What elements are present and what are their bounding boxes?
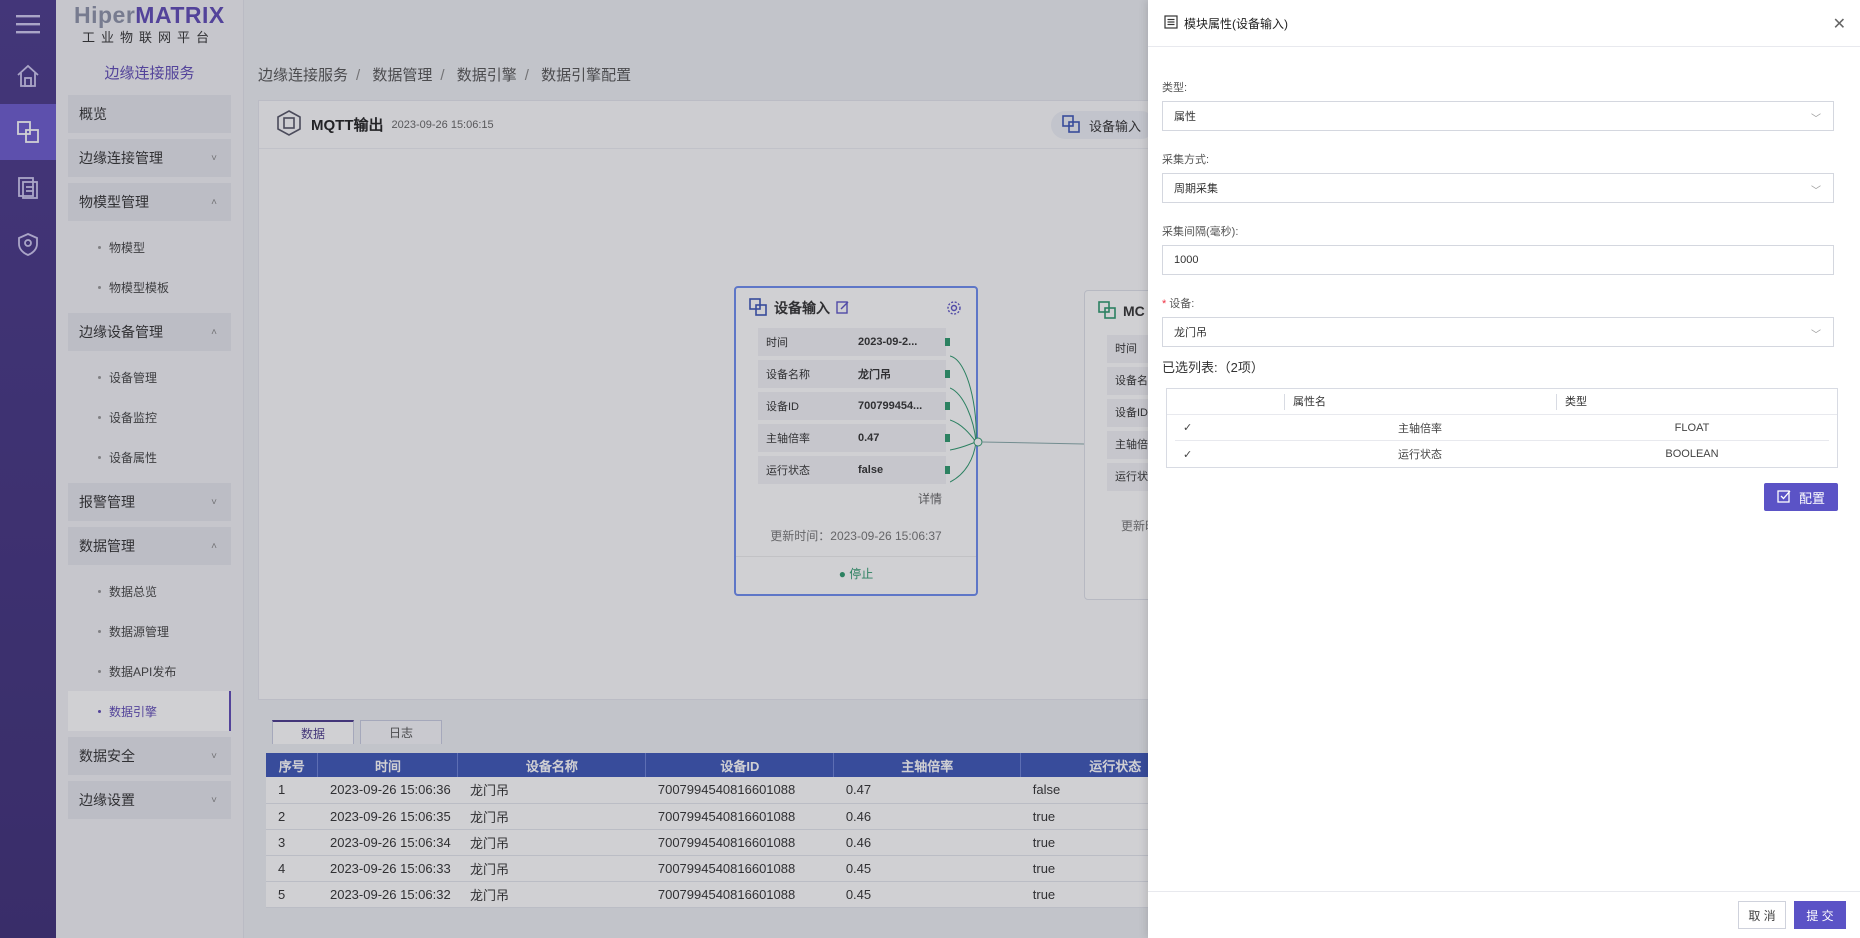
module-properties-drawer: 模块属性(设备输入) ✕ 类型: 属性 ﹀ 采集方式: 周期采集 ﹀ 采集间隔(毫秒… [1148, 0, 1860, 938]
device-field: * 设备: 龙门吊 ﹀ [1162, 295, 1860, 347]
list-item[interactable]: ✓ 运行状态 BOOLEAN [1175, 441, 1829, 467]
device-label: * 设备: [1162, 298, 1195, 310]
check-icon[interactable]: ✓ [1175, 421, 1285, 434]
configure-button[interactable]: 配置 [1764, 483, 1838, 511]
interval-field: 采集间隔(毫秒): 1000 [1162, 223, 1860, 275]
method-field: 采集方式: 周期采集 ﹀ [1162, 151, 1860, 203]
type-label: 类型: [1162, 82, 1188, 94]
submit-button[interactable]: 提 交 [1794, 901, 1846, 929]
checkbox-edit-icon [1777, 489, 1791, 506]
selected-table-header: 属性名 类型 [1167, 389, 1837, 415]
method-label: 采集方式: [1162, 154, 1210, 166]
chevron-down-icon: ﹀ [1811, 330, 1821, 341]
chevron-down-icon: ﹀ [1811, 114, 1821, 125]
close-icon[interactable]: ✕ [1833, 14, 1846, 34]
drawer-header: 模块属性(设备输入) ✕ [1148, 0, 1860, 47]
list-item[interactable]: ✓ 主轴倍率 FLOAT [1175, 415, 1829, 441]
module-icon [1164, 14, 1178, 32]
method-select[interactable]: 周期采集 ﹀ [1162, 173, 1834, 203]
device-select[interactable]: 龙门吊 ﹀ [1162, 317, 1834, 347]
column-header: 属性名 [1285, 393, 1557, 410]
interval-label: 采集间隔(毫秒): [1162, 226, 1239, 238]
required-marker: * [1162, 298, 1167, 310]
selected-attributes-table: 属性名 类型 ✓ 主轴倍率 FLOAT ✓ 运行状态 BOOLEAN [1166, 388, 1838, 468]
modal-overlay[interactable] [0, 0, 1148, 938]
cancel-button[interactable]: 取 消 [1738, 901, 1786, 929]
type-field: 类型: 属性 ﹀ [1162, 79, 1860, 131]
interval-input[interactable]: 1000 [1162, 245, 1834, 275]
selected-list-title: 已选列表:（2项） [1162, 360, 1264, 375]
chevron-down-icon: ﹀ [1811, 186, 1821, 197]
type-select[interactable]: 属性 ﹀ [1162, 101, 1834, 131]
drawer-title: 模块属性(设备输入) [1184, 16, 1288, 31]
column-header: 类型 [1565, 395, 1587, 408]
check-icon[interactable]: ✓ [1175, 448, 1285, 461]
